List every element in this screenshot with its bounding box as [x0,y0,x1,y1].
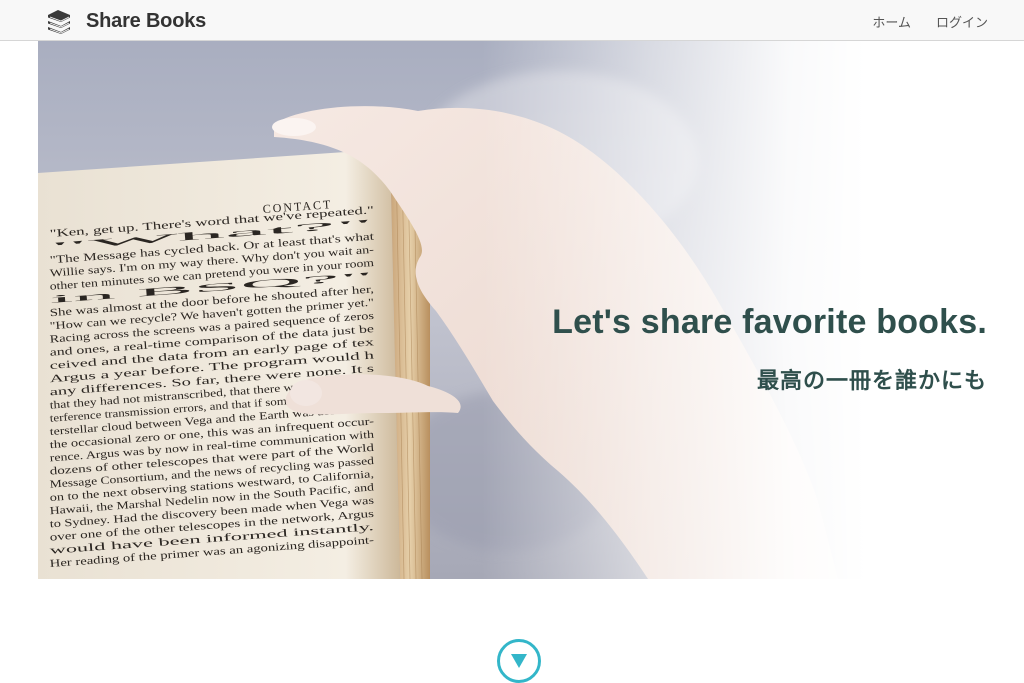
main-nav: ホーム ログイン [872,12,988,31]
books-stack-icon [44,8,72,34]
top-navbar: Share Books ホーム ログイン [0,0,1024,41]
nav-home-link[interactable]: ホーム [872,12,911,31]
hero-subheading: 最高の一冊を誰かにも [756,368,987,393]
brand-link[interactable]: Share Books [44,8,206,34]
nav-login-link[interactable]: ログイン [936,12,988,31]
scroll-down-button[interactable] [497,639,541,683]
brand-name: Share Books [86,9,207,32]
hero-heading: Let's share favorite books. [552,303,987,341]
hero-banner: CONTACT"Ken, get up. There's word that w… [38,41,1024,579]
triangle-down-icon [511,654,527,668]
